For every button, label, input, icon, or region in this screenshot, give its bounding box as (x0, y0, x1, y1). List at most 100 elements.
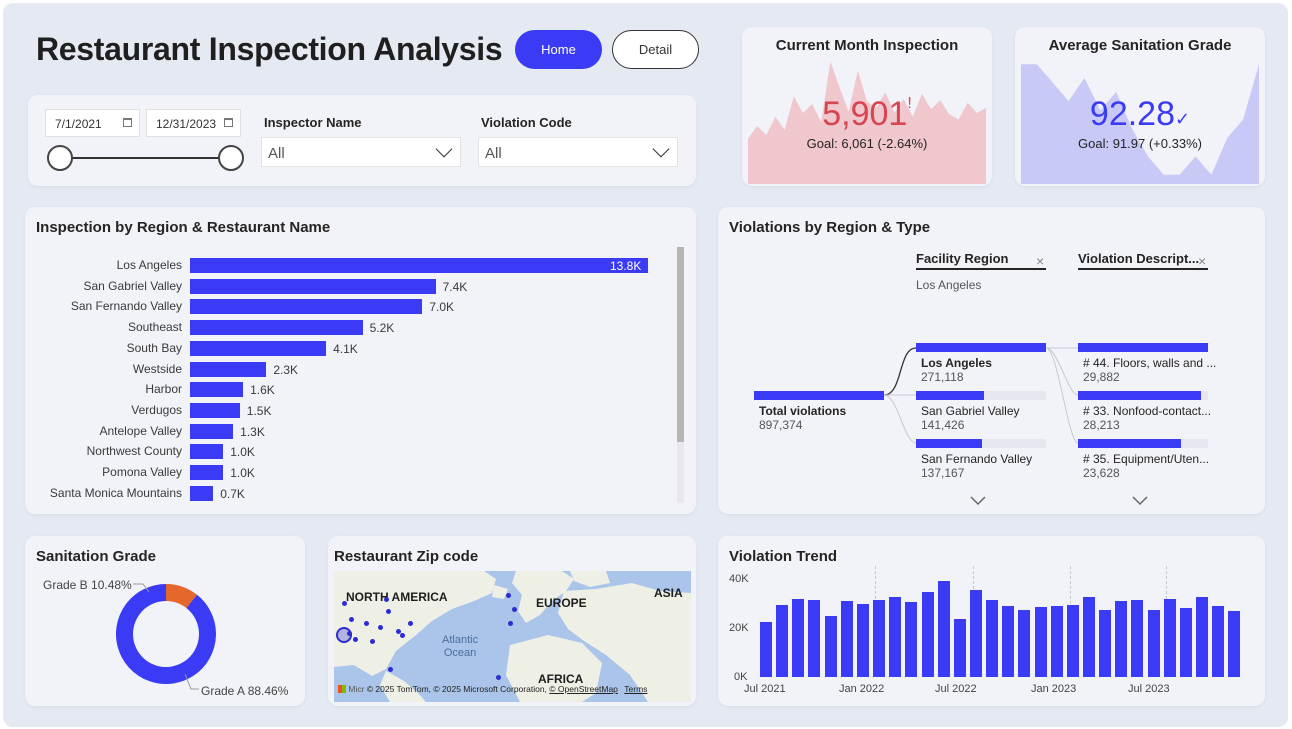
region-bar[interactable] (190, 258, 648, 273)
type-node-value: 28,213 (1083, 418, 1120, 432)
type-bar-44[interactable] (1078, 343, 1208, 352)
trend-bar[interactable] (986, 599, 999, 677)
region-chart-scrollbar[interactable] (677, 247, 684, 503)
region-bar[interactable] (190, 423, 234, 439)
chevron-down-icon[interactable] (435, 140, 453, 158)
date-slider-end-handle[interactable] (218, 145, 244, 171)
type-bar-35[interactable] (1078, 439, 1181, 448)
date-slider-start-handle[interactable] (47, 145, 73, 171)
trend-bar[interactable] (937, 581, 950, 677)
detail-button[interactable]: Detail (612, 30, 699, 69)
region-bar-los-angeles[interactable] (916, 343, 1046, 352)
trend-bar[interactable] (1196, 597, 1209, 677)
trend-bar[interactable] (1147, 609, 1160, 677)
region-bar[interactable] (190, 320, 363, 336)
home-button[interactable]: Home (515, 30, 602, 69)
trend-bar[interactable] (969, 590, 982, 677)
map-copyright: © 2025 TomTom, © 2025 Microsoft Corporat… (366, 684, 547, 694)
trend-bar[interactable] (776, 604, 789, 677)
sanitation-grade-card: Sanitation Grade Grade B 10.48% Grade A … (25, 536, 305, 706)
map-location-dot[interactable] (349, 617, 354, 622)
region-bar[interactable] (190, 465, 224, 480)
region-bar[interactable] (190, 382, 244, 398)
region-bar-value: 7.0K (429, 300, 454, 315)
map-location-dot[interactable] (378, 625, 383, 630)
osm-link[interactable]: © OpenStreetMap (549, 684, 618, 694)
region-bar-san-gabriel[interactable] (916, 391, 984, 400)
violation-code-label: Violation Code (481, 115, 572, 130)
region-bar[interactable] (190, 299, 423, 315)
trend-bar[interactable] (921, 592, 934, 677)
trend-bar[interactable] (953, 619, 966, 677)
trend-bar[interactable] (760, 621, 772, 677)
map-location-dot[interactable] (512, 607, 517, 612)
trend-bar[interactable] (1066, 604, 1079, 677)
map-location-dot[interactable] (506, 593, 511, 598)
asia-label: ASIA (654, 586, 683, 600)
map-location-dot[interactable] (508, 621, 513, 626)
map-location-dot[interactable] (370, 639, 375, 644)
trend-bar[interactable] (1179, 608, 1192, 677)
type-bar-33[interactable] (1078, 391, 1201, 400)
kpi-current-month-card[interactable]: Current Month Inspection 5,901! Goal: 6,… (742, 27, 992, 186)
europe-label: EUROPE (536, 596, 587, 610)
trend-bar[interactable] (1002, 605, 1015, 677)
trend-bar[interactable] (856, 603, 869, 677)
grade-b-slice[interactable] (165, 584, 197, 609)
total-violations-bar[interactable] (754, 391, 884, 400)
trend-bar[interactable] (1099, 609, 1112, 677)
map-location-dot[interactable] (353, 637, 358, 642)
region-bar[interactable] (190, 485, 214, 501)
chevron-down-icon[interactable] (652, 140, 670, 158)
trend-bar[interactable] (792, 598, 805, 677)
map-location-dot[interactable] (386, 609, 391, 614)
calendar-icon[interactable] (123, 118, 132, 127)
chevron-down-icon[interactable] (970, 496, 986, 506)
chevron-down-icon[interactable] (1132, 496, 1148, 506)
map-location-dot[interactable] (364, 621, 369, 626)
map-location-dot[interactable] (496, 675, 501, 680)
map-location-dot[interactable] (400, 633, 405, 638)
map-location-dot[interactable] (384, 597, 389, 602)
trend-bar[interactable] (1212, 605, 1225, 677)
start-date-field[interactable]: 7/1/2021 (45, 109, 140, 137)
region-bar[interactable] (190, 402, 240, 418)
region-bar-value: 0.7K (220, 486, 245, 501)
region-bar-san-fernando[interactable] (916, 439, 982, 448)
end-date-field[interactable]: 12/31/2023 (146, 109, 241, 137)
trend-bar[interactable] (1228, 610, 1241, 677)
trend-bar[interactable] (1115, 601, 1128, 677)
scrollbar-thumb[interactable] (677, 247, 684, 442)
calendar-icon[interactable] (224, 118, 233, 127)
trend-bar[interactable] (824, 615, 837, 677)
trend-bar[interactable] (1034, 607, 1047, 677)
trend-bar[interactable] (1018, 609, 1031, 677)
trend-bar[interactable] (808, 599, 821, 677)
terms-link[interactable]: Terms (624, 684, 647, 694)
map-location-dot[interactable] (388, 667, 393, 672)
map-location-dot[interactable] (342, 601, 347, 606)
sanitation-donut[interactable] (25, 536, 305, 706)
kpi-grade-card[interactable]: Average Sanitation Grade 92.28✓ Goal: 91… (1015, 27, 1265, 186)
map-location-dot[interactable] (347, 631, 352, 636)
trend-bar[interactable] (1050, 605, 1063, 677)
trend-bar[interactable] (873, 599, 886, 677)
date-range-slider-track[interactable] (60, 157, 232, 159)
trend-bar[interactable] (1083, 597, 1095, 677)
inspector-name-dropdown[interactable]: All (261, 137, 461, 167)
region-bar[interactable] (190, 278, 436, 294)
region-bar[interactable] (190, 340, 327, 356)
map-location-dot[interactable] (408, 621, 413, 626)
region-bar[interactable] (190, 361, 267, 377)
grade-a-slice[interactable] (116, 584, 216, 684)
violation-code-dropdown[interactable]: All (478, 137, 678, 167)
trend-bar[interactable] (1163, 598, 1176, 677)
trend-bar[interactable] (905, 602, 918, 677)
kpi-grade-value: 92.28✓ (1015, 95, 1265, 134)
zip-map[interactable]: NORTH AMERICA EUROPE ASIA AFRICA Atlanti… (334, 571, 691, 702)
trend-bar[interactable] (1131, 599, 1144, 677)
trend-bar[interactable] (840, 601, 853, 677)
trend-bar[interactable] (889, 597, 902, 677)
region-bar[interactable] (190, 444, 224, 460)
region-category-label: San Fernando Valley (70, 299, 182, 314)
